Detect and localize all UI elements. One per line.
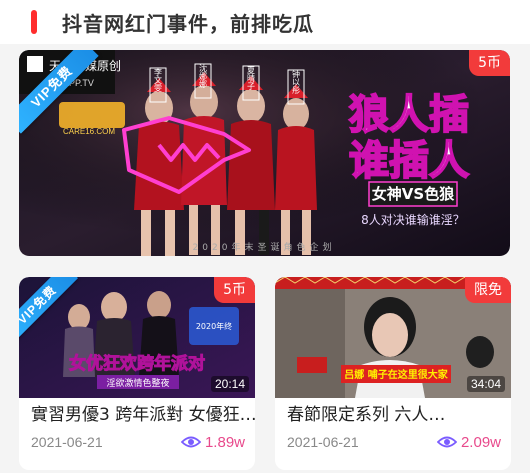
poster-tagline: 8人对决谁输谁淫？ [361, 212, 465, 227]
view-count: 1.89w [180, 432, 245, 452]
video-date: 2021-06-21 [31, 434, 103, 450]
featured-poster-image: 天美传媒原创 MDAPP.TV CARE16.COM 狼人插 谁插人 女神VS色… [19, 50, 510, 256]
video-duration: 20:14 [210, 376, 249, 392]
featured-thumbnail[interactable]: 天美传媒原创 MDAPP.TV CARE16.COM 狼人插 谁插人 女神VS色… [19, 50, 510, 256]
price-badge: 5币 [214, 277, 255, 303]
video-title[interactable]: 實習男優3 跨年派對 女優狂歡跨年派對 [31, 400, 255, 425]
price-badge: 5币 [469, 50, 510, 76]
svg-text:2020年终: 2020年终 [196, 321, 232, 331]
poster-headline: 女优狂欢跨年派对 [69, 353, 205, 374]
poster-cast-name: 沈娜娜 [199, 63, 208, 89]
eye-icon [180, 436, 201, 448]
video-card[interactable]: 2020年终 女优狂欢跨年派对 淫欲激情色整夜 VIP免费 5币 20:14 實… [19, 277, 255, 470]
video-thumbnail[interactable]: 吕娜 哺子在这里很大家 限免 34:04 [275, 277, 511, 398]
poster-headline-1: 狼人插 [349, 92, 469, 138]
eye-icon [436, 436, 457, 448]
poster-subtitle: 女神VS色狼 [372, 185, 455, 203]
poster-footer: 2020年末圣诞角色企划 [193, 241, 336, 253]
poster-watermark-text: CARE16.COM [63, 127, 115, 136]
section-header: 抖音网红门事件，前排吃瓜 [0, 0, 530, 44]
poster-caption: 吕娜 哺子在这里很大家 [344, 368, 448, 381]
video-thumbnail[interactable]: 2020年终 女优狂欢跨年派对 淫欲激情色整夜 VIP免费 5币 20:14 [19, 277, 255, 398]
poster-cast-name: 钟以彤 [292, 69, 301, 95]
poster-headline-2: 谁插人 [349, 138, 469, 184]
view-count: 2.09w [436, 432, 501, 452]
featured-video-card[interactable]: 天美传媒原创 MDAPP.TV CARE16.COM 狼人插 谁插人 女神VS色… [19, 50, 510, 256]
view-count-value: 1.89w [204, 433, 245, 451]
section-title: 抖音网红门事件，前排吃瓜 [62, 12, 314, 36]
view-count-value: 2.09w [460, 433, 501, 451]
video-duration: 34:04 [466, 376, 505, 392]
section-accent-bar [31, 10, 37, 34]
poster-cast-name: 夏晴子 [247, 66, 256, 90]
video-date: 2021-06-21 [287, 434, 359, 450]
video-card[interactable]: 吕娜 哺子在这里很大家 限免 34:04 春節限定系列 六人行公寓 2021-0… [275, 277, 511, 470]
poster-subline: 淫欲激情色整夜 [106, 377, 169, 389]
poster-cast-name: 李文雯 [154, 67, 163, 93]
limited-free-badge: 限免 [465, 277, 511, 303]
video-title[interactable]: 春節限定系列 六人行公寓 [287, 400, 457, 425]
